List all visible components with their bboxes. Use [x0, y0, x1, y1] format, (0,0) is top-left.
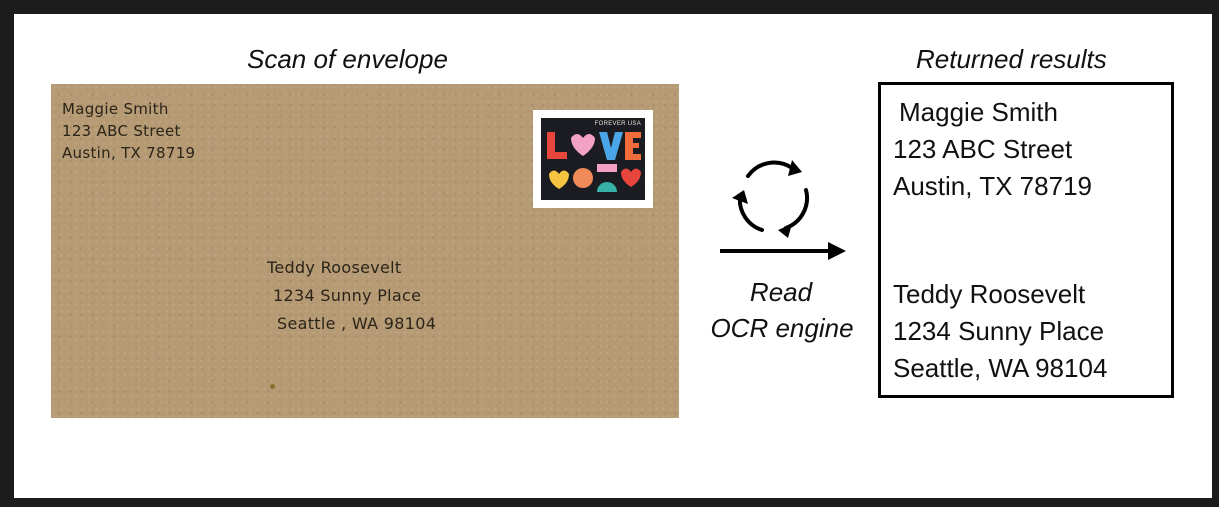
result-recipient-name: Teddy Roosevelt [893, 279, 1086, 309]
results-box: Maggie Smith 123 ABC Street Austin, TX 7… [878, 82, 1174, 398]
result-recipient: Teddy Roosevelt 1234 Sunny Place Seattle… [893, 276, 1107, 387]
return-address: Maggie Smith 123 ABC Street Austin, TX 7… [62, 98, 195, 164]
result-sender-name: Maggie Smith [899, 97, 1058, 127]
stamp-shape [621, 168, 641, 187]
stamp-shape [547, 152, 567, 159]
ocr-engine-text: OCR engine [710, 313, 854, 343]
refresh-cycle-icon [732, 160, 809, 238]
stamp-shape [573, 168, 593, 188]
result-sender-city: Austin, TX 78719 [893, 171, 1092, 201]
stamp-shape [599, 132, 623, 160]
stamp-shape [625, 143, 639, 148]
stamp-shape [549, 170, 569, 189]
result-recipient-city: Seattle, WA 98104 [893, 353, 1108, 383]
recipient-city: Seattle , WA 98104 [277, 314, 437, 333]
arrow-right-icon [720, 242, 846, 260]
envelope-speck [270, 384, 275, 389]
recipient-address: Teddy Roosevelt 1234 Sunny Place Seattle… [267, 254, 436, 338]
stamp-shape [625, 132, 641, 138]
arrow-head [828, 242, 846, 260]
stamp-shape [571, 134, 595, 156]
diagram-canvas: Scan of envelope Returned results Maggie… [14, 14, 1212, 498]
stamp-shape [625, 154, 641, 160]
result-sender: Maggie Smith 123 ABC Street Austin, TX 7… [893, 94, 1092, 205]
read-text: Read [749, 277, 813, 307]
cycle-arc-right [784, 188, 809, 230]
scan-caption: Scan of envelope [247, 44, 448, 74]
cycle-arc-top [746, 160, 794, 178]
results-caption: Returned results [916, 44, 1107, 74]
result-recipient-street: 1234 Sunny Place [893, 316, 1105, 346]
love-stamp: FOREVER USA [533, 110, 653, 208]
stamp-shape [597, 164, 617, 172]
return-street: 123 ABC Street [62, 122, 181, 140]
stamp-artwork: FOREVER USA [541, 118, 645, 200]
recipient-street: 1234 Sunny Place [273, 286, 422, 305]
cycle-arrowhead-top [788, 160, 802, 176]
envelope-scan: Maggie Smith 123 ABC Street Austin, TX 7… [51, 84, 679, 418]
stamp-shape [597, 182, 617, 192]
stamp-love-graphic [547, 132, 641, 192]
return-city: Austin, TX 78719 [62, 144, 196, 162]
result-sender-street: 123 ABC Street [893, 134, 1073, 164]
recipient-name: Teddy Roosevelt [267, 258, 402, 277]
stamp-forever-text: FOREVER USA [594, 121, 641, 127]
ocr-label: Read OCR engine [710, 274, 853, 346]
return-name: Maggie Smith [62, 100, 169, 118]
cycle-arrowhead-right [778, 224, 792, 238]
